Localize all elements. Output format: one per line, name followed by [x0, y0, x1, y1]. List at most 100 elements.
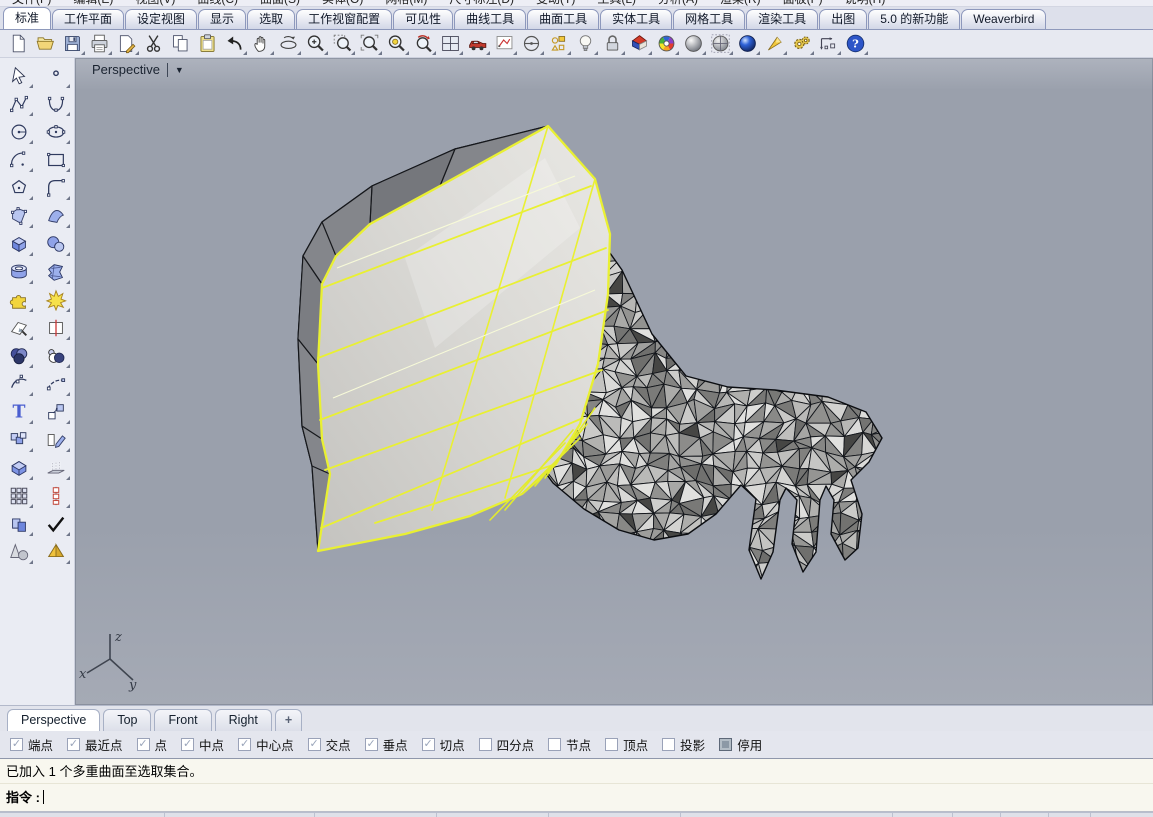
osnap-点[interactable]: ✓点 [137, 735, 168, 754]
viewport-tab-top[interactable]: Top [103, 709, 151, 731]
plane-through-pt-tool-button[interactable] [40, 426, 71, 453]
osnap-checkbox[interactable]: ✓ [308, 738, 321, 751]
open-button[interactable] [32, 31, 59, 56]
toolbar-tab-选取[interactable]: 选取 [247, 9, 295, 29]
new-document-button[interactable] [5, 31, 32, 56]
new-viewport-tab-button[interactable]: + [275, 709, 302, 731]
lights-button[interactable] [572, 31, 599, 56]
rectangle-tool-button[interactable] [40, 146, 71, 173]
osnap-checkbox[interactable] [548, 738, 561, 751]
extend-curve-tool-button[interactable] [40, 370, 71, 397]
solid-union-tool-button[interactable] [3, 454, 34, 481]
zoom-dynamic-button[interactable] [302, 31, 329, 56]
menubar-item[interactable]: 分析(A) [658, 0, 698, 7]
set-cplane-button[interactable] [518, 31, 545, 56]
cut-button[interactable] [140, 31, 167, 56]
edit-points-tool-button[interactable] [3, 370, 34, 397]
patch-tool-button[interactable] [40, 258, 71, 285]
cylinder-tool-button[interactable] [3, 258, 34, 285]
command-prompt[interactable]: 指令 : [0, 784, 1153, 811]
ghosted-viewport-button[interactable] [707, 31, 734, 56]
menubar-item[interactable]: 曲面(S) [260, 0, 300, 7]
polygon-tool-button[interactable] [3, 174, 34, 201]
menubar-item[interactable]: 工具(L) [597, 0, 636, 7]
toolbar-tab-实体工具[interactable]: 实体工具 [600, 9, 672, 29]
text-tool-button[interactable]: T [3, 398, 34, 425]
select-tool-button[interactable] [3, 62, 34, 89]
menubar-item[interactable]: 曲线(C) [197, 0, 238, 7]
osnap-四分点[interactable]: 四分点 [479, 735, 535, 754]
four-viewports-button[interactable] [437, 31, 464, 56]
toolbar-tab-5.0 的新功能[interactable]: 5.0 的新功能 [868, 9, 960, 29]
point-tool-button[interactable] [40, 62, 71, 89]
surface-from-points-tool-button[interactable] [3, 202, 34, 229]
smash-tool-button[interactable] [40, 286, 71, 313]
osnap-最近点[interactable]: ✓最近点 [67, 735, 123, 754]
rendered-viewport-button[interactable] [734, 31, 761, 56]
pyramid-tool-button[interactable] [40, 538, 71, 565]
osnap-垂点[interactable]: ✓垂点 [365, 735, 408, 754]
align-tool-button[interactable] [40, 482, 71, 509]
make-2d-button[interactable] [491, 31, 518, 56]
osnap-checkbox[interactable]: ✓ [67, 738, 80, 751]
osnap-端点[interactable]: ✓端点 [10, 735, 53, 754]
osnap-切点[interactable]: ✓切点 [422, 735, 465, 754]
color-wheel-button[interactable] [653, 31, 680, 56]
toolbar-tab-可见性[interactable]: 可见性 [393, 9, 453, 29]
menubar-item[interactable]: 说明(H) [845, 0, 886, 7]
toolbar-tab-曲面工具[interactable]: 曲面工具 [527, 9, 599, 29]
undo-view-change-button[interactable] [410, 31, 437, 56]
toolbar-tab-渲染工具[interactable]: 渲染工具 [746, 9, 818, 29]
save-button[interactable] [59, 31, 86, 56]
osnap-交点[interactable]: ✓交点 [308, 735, 351, 754]
render-button[interactable] [761, 31, 788, 56]
viewport-canvas[interactable]: Perspective ▼ zxy [75, 58, 1153, 705]
arc-tool-button[interactable] [3, 146, 34, 173]
viewport-title[interactable]: Perspective ▼ [92, 62, 184, 77]
menubar-item[interactable]: 变动(T) [536, 0, 575, 7]
check-objects-tool-button[interactable] [40, 510, 71, 537]
box-tool-button[interactable] [3, 230, 34, 257]
osnap-checkbox[interactable] [479, 738, 492, 751]
menubar-item[interactable]: 编辑(E) [73, 0, 113, 7]
viewport-tab-right[interactable]: Right [215, 709, 272, 731]
move-tool-button[interactable] [40, 398, 71, 425]
dimension-button[interactable] [815, 31, 842, 56]
toolbar-tab-工作视窗配置[interactable]: 工作视窗配置 [296, 9, 392, 29]
split-tool-button[interactable] [40, 314, 71, 341]
osnap-checkbox[interactable]: ✓ [238, 738, 251, 751]
osnap-checkbox[interactable]: ✓ [181, 738, 194, 751]
menubar-item[interactable]: 文件(F) [12, 0, 51, 7]
group-tool-button[interactable] [3, 426, 34, 453]
toolbar-tab-显示[interactable]: 显示 [198, 9, 246, 29]
osnap-投影[interactable]: 投影 [662, 735, 705, 754]
osnap-checkbox[interactable] [719, 738, 732, 751]
osnap-checkbox[interactable]: ✓ [365, 738, 378, 751]
toolbar-tab-出图[interactable]: 出图 [819, 9, 867, 29]
zoom-selected-button[interactable] [383, 31, 410, 56]
explode-tool-button[interactable] [3, 286, 34, 313]
polyline-tool-button[interactable] [3, 90, 34, 117]
osnap-checkbox[interactable]: ✓ [422, 738, 435, 751]
osnap-停用[interactable]: 停用 [719, 735, 762, 754]
ellipse-tool-button[interactable] [40, 118, 71, 145]
lock-objects-button[interactable] [599, 31, 626, 56]
osnap-顶点[interactable]: 顶点 [605, 735, 648, 754]
viewport-tab-perspective[interactable]: Perspective [7, 709, 100, 731]
extrude-tool-button[interactable] [40, 454, 71, 481]
join-tool-button[interactable] [3, 510, 34, 537]
curve-interpolate-tool-button[interactable] [40, 90, 71, 117]
toolbar-tab-网格工具[interactable]: 网格工具 [673, 9, 745, 29]
undo-button[interactable] [221, 31, 248, 56]
options-button[interactable] [788, 31, 815, 56]
osnap-中点[interactable]: ✓中点 [181, 735, 224, 754]
named-views-button[interactable] [464, 31, 491, 56]
toolbar-tab-设定视图[interactable]: 设定视图 [125, 9, 197, 29]
sphere-tool-button[interactable] [40, 230, 71, 257]
menubar-item[interactable]: 网格(M) [385, 0, 427, 7]
menubar-item[interactable]: 面板(P) [783, 0, 823, 7]
circle-tool-button[interactable] [3, 118, 34, 145]
osnap-checkbox[interactable] [662, 738, 675, 751]
boolean-difference-tool-button[interactable] [40, 342, 71, 369]
export-with-origin-button[interactable] [113, 31, 140, 56]
